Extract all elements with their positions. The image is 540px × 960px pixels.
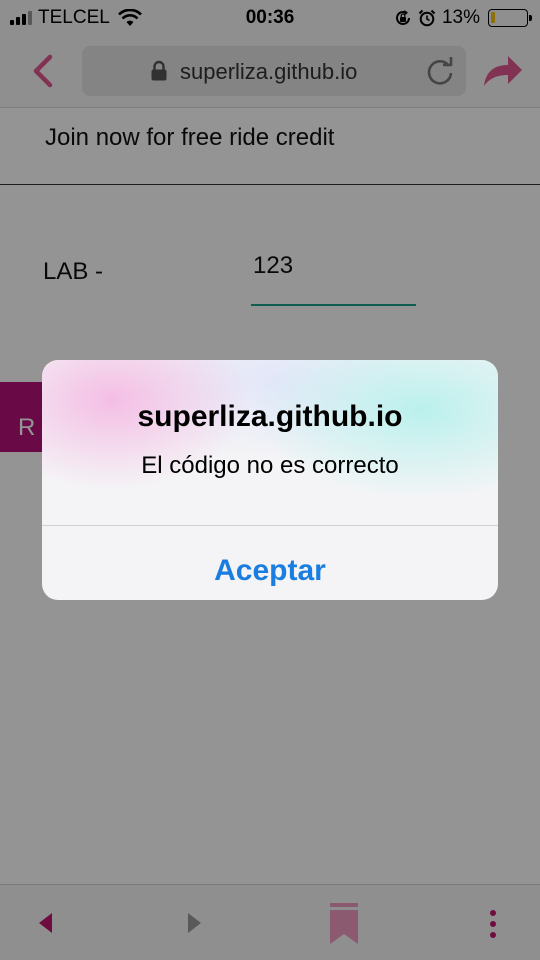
alert-title: superliza.github.io [137,400,403,433]
alert-dialog: superliza.github.io El código no es corr… [42,360,498,600]
alert-message: El código no es correcto [141,452,399,479]
alert-background [42,360,498,525]
accept-button[interactable]: Aceptar [42,526,498,600]
